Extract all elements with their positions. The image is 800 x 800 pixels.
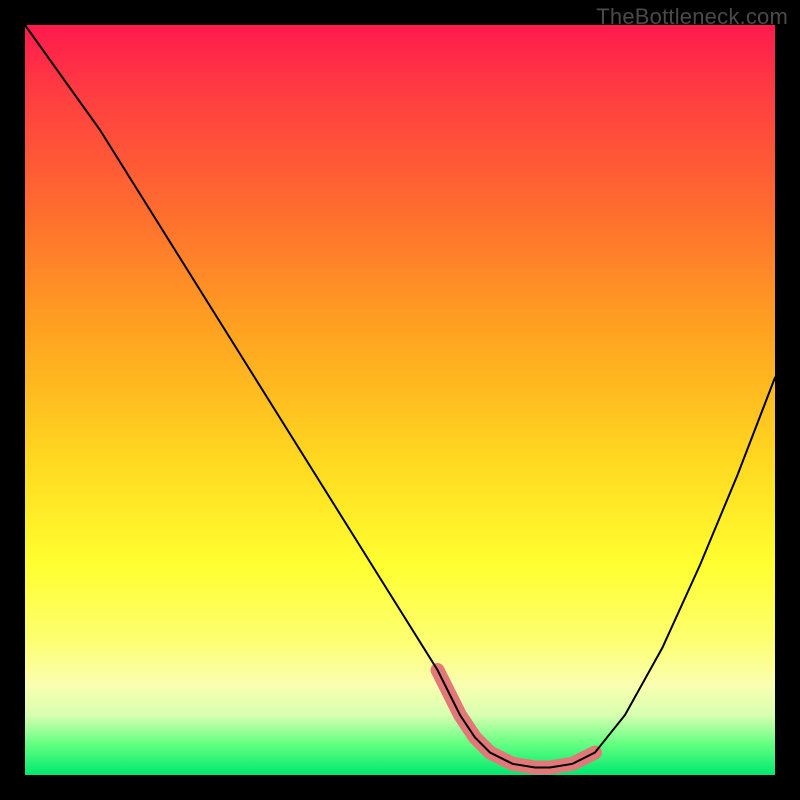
plot-area [25,25,775,775]
bottleneck-curve [25,25,775,768]
watermark-text: TheBottleneck.com [596,4,788,30]
chart-frame: TheBottleneck.com [0,0,800,800]
curve-svg [25,25,775,775]
trough-accent [438,670,596,768]
